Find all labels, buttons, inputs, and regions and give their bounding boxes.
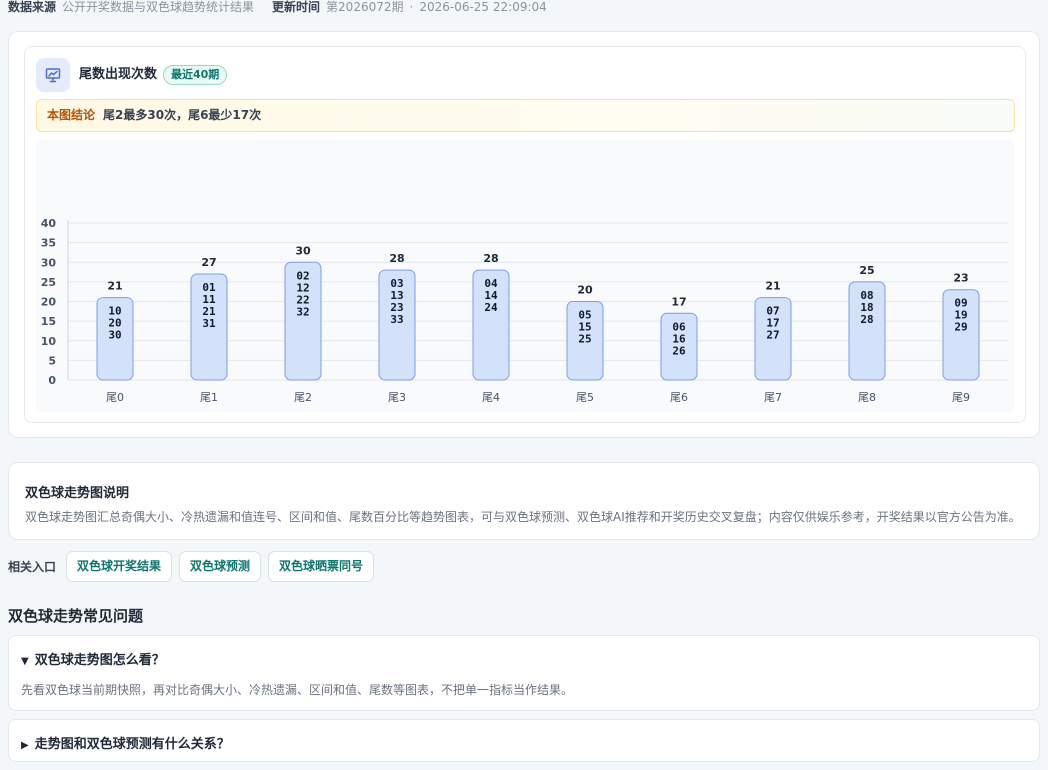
bar-number-label: 29 [954, 321, 967, 334]
bar-value-label: 20 [577, 284, 593, 297]
x-tick-label: 尾5 [576, 391, 594, 404]
faq-title: 双色球走势常见问题 [8, 607, 144, 625]
separator-dot: · [409, 0, 414, 14]
faq-item-open[interactable]: ▼ 双色球走势图怎么看？ 先看双色球当前期快照，再对比奇偶大小、冷热遗漏、区间和值… [8, 635, 1040, 711]
x-tick-label: 尾2 [294, 391, 312, 404]
x-tick-label: 尾6 [670, 391, 688, 404]
conclusion-text: 尾2最多30次，尾6最少17次 [103, 108, 262, 122]
bar-value-label: 28 [483, 252, 498, 265]
bar-number-label: 30 [108, 329, 121, 342]
period-badge: 最近40期 [163, 65, 228, 85]
y-tick-label: 35 [41, 237, 56, 250]
bar-number-label: 32 [296, 305, 309, 318]
description-title: 双色球走势图说明 [25, 486, 130, 501]
related-links: 相关入口 双色球开奖结果 双色球预测 双色球晒票同号 [8, 551, 381, 582]
y-tick-label: 15 [41, 315, 56, 328]
bar-chart: 0 5 10 15 20 25 30 35 40 21 10 20 30 尾0 27 01 11 21 31 尾1 30… [36, 140, 1015, 412]
issue-number: 第2026072期 [326, 0, 404, 14]
faq-question-text: 双色球走势图怎么看？ [34, 653, 165, 668]
bar-value-label: 28 [389, 252, 404, 265]
description-card: 双色球走势图说明 双色球走势图汇总奇偶大小、冷热遗漏和值连号、区间和值、尾数百分… [8, 462, 1040, 540]
update-label: 更新时间 [272, 0, 321, 14]
data-source-bar: 数据来源 公开开奖数据与双色球趋势统计结果 更新时间 第2026072期 · 2026-0… [8, 0, 547, 14]
bar-value-label: 27 [201, 256, 216, 269]
link-draw-results[interactable]: 双色球开奖结果 [66, 551, 173, 582]
bar-value-label: 21 [765, 280, 780, 293]
bar-value-label: 25 [859, 264, 874, 277]
bar-number-label: 27 [766, 329, 779, 342]
presentation-chart-icon [36, 58, 70, 92]
x-tick-label: 尾7 [764, 391, 782, 404]
x-tick-label: 尾8 [858, 391, 876, 404]
faq-answer: 先看双色球当前期快照，再对比奇偶大小、冷热遗漏、区间和值、尾数等图表，不把单一指… [21, 683, 574, 697]
y-tick-label: 10 [41, 335, 57, 348]
bar-value-label: 21 [107, 280, 122, 293]
caret-down-icon: ▼ [21, 656, 29, 667]
y-tick-label: 5 [48, 354, 56, 367]
x-tick-label: 尾1 [200, 391, 218, 404]
y-tick-label: 25 [41, 276, 56, 289]
source-value: 公开开奖数据与双色球趋势统计结果 [62, 0, 255, 14]
conclusion-banner: 本图结论 尾2最多30次，尾6最少17次 [36, 99, 1015, 132]
bar-number-label: 28 [860, 313, 873, 326]
chart-title: 尾数出现次数 [79, 67, 158, 82]
bar-chart-svg: 051015202530354021102030尾02701112131尾130… [41, 217, 1008, 404]
faq-question-text: 走势图和双色球预测有什么关系？ [34, 737, 230, 752]
faq-item-closed[interactable]: ▶ 走势图和双色球预测有什么关系？ [8, 719, 1040, 762]
bar-number-label: 25 [578, 333, 591, 346]
y-tick-label: 30 [41, 256, 57, 269]
faq-question[interactable]: ▼ 双色球走势图怎么看？ [21, 649, 165, 668]
link-ticket-share[interactable]: 双色球晒票同号 [268, 551, 375, 582]
y-tick-label: 20 [41, 296, 57, 309]
link-prediction[interactable]: 双色球预测 [179, 551, 262, 582]
update-datetime: 2026-06-25 22:09:04 [419, 0, 547, 14]
related-label: 相关入口 [8, 560, 57, 574]
source-label: 数据来源 [8, 0, 57, 14]
bar-number-label: 31 [202, 317, 216, 330]
caret-right-icon: ▶ [21, 740, 29, 751]
chart-panel: 尾数出现次数 最近40期 本图结论 尾2最多30次，尾6最少17次 0 5 10 15 2… [24, 46, 1026, 423]
y-tick-label: 0 [48, 374, 56, 387]
x-tick-label: 尾3 [388, 391, 406, 404]
bar-number-label: 24 [484, 301, 498, 314]
x-tick-label: 尾9 [952, 391, 970, 404]
description-text: 双色球走势图汇总奇偶大小、冷热遗漏和值连号、区间和值、尾数百分比等趋势图表，可与… [25, 510, 1021, 524]
conclusion-label: 本图结论 [47, 108, 96, 122]
x-tick-label: 尾4 [482, 391, 500, 404]
faq-question[interactable]: ▶ 走势图和双色球预测有什么关系？ [21, 733, 230, 752]
x-tick-label: 尾0 [106, 391, 124, 404]
chart-card: 尾数出现次数 最近40期 本图结论 尾2最多30次，尾6最少17次 0 5 10 15 2… [8, 31, 1040, 438]
y-tick-label: 40 [41, 217, 57, 230]
bar-number-label: 26 [672, 344, 686, 357]
bar-value-label: 30 [295, 244, 311, 257]
bar-value-label: 17 [671, 295, 686, 308]
bar-number-label: 33 [390, 313, 403, 326]
bar-value-label: 23 [953, 272, 968, 285]
